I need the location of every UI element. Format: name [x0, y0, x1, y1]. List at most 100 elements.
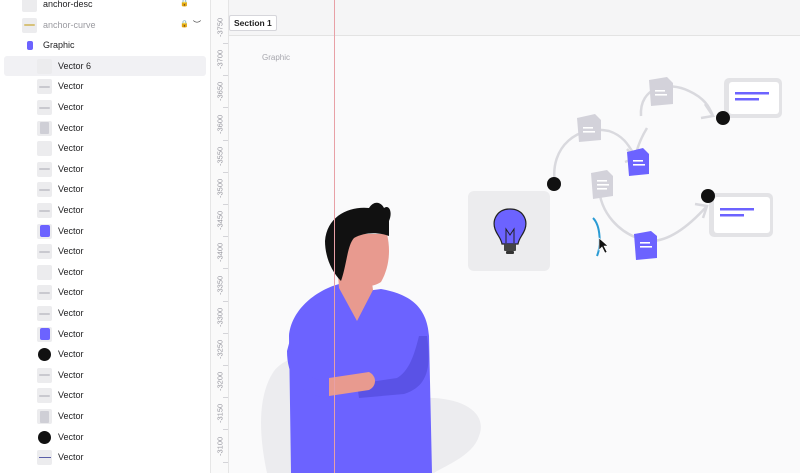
anchor-curve[interactable]: [592, 217, 601, 257]
layer-row[interactable]: Vector: [0, 159, 210, 179]
layer-thumbnail: [37, 141, 52, 157]
thumbnail-glyph: [26, 41, 33, 51]
layer-thumbnail: [22, 0, 37, 12]
layer-row[interactable]: Vector: [0, 262, 210, 282]
section-tab[interactable]: Section 1: [229, 15, 277, 31]
layer-row[interactable]: Vector: [0, 138, 210, 158]
layer-thumbnail: [37, 203, 52, 218]
thumbnail-glyph: [38, 348, 51, 362]
layer-thumbnail: [37, 367, 52, 383]
layer-thumbnail: [37, 120, 52, 136]
layer-thumbnail: [37, 161, 52, 177]
thumbnail-glyph: [39, 374, 50, 377]
layer-thumbnail: [37, 306, 52, 321]
graphic-illustration[interactable]: [229, 36, 800, 473]
layer-label: Vector: [58, 225, 84, 236]
lock-icon[interactable]: 🔒: [180, 20, 189, 28]
doc-purple-2: [634, 231, 657, 260]
layer-label: Vector: [58, 102, 84, 112]
anchor-dot-2[interactable]: [716, 111, 730, 125]
layer-label: Vector: [58, 143, 84, 154]
layer-label: Vector: [58, 122, 84, 133]
thumbnail-glyph: [39, 394, 50, 397]
ruler-tick-label: -3150: [215, 403, 225, 423]
ruler-tick-label: -3100: [215, 436, 225, 456]
ruler-tick-label: -3200: [215, 371, 225, 391]
layer-row[interactable]: Graphic: [0, 35, 210, 55]
anchor-dot-1[interactable]: [547, 177, 561, 191]
layer-row[interactable]: Vector: [0, 221, 210, 241]
layer-row[interactable]: Vector: [0, 241, 210, 261]
vertical-ruler[interactable]: -3750 -3700 -3650 -3600 -3550 -3500 -3450 -3400…: [211, 0, 229, 473]
layer-thumbnail: [37, 58, 52, 74]
thumbnail-glyph: [40, 122, 49, 135]
layer-thumbnail: [37, 79, 52, 95]
ruler-tick-label: -3700: [215, 49, 225, 69]
ruler-tick-label: -3400: [215, 242, 225, 262]
doc-gray-1: [577, 114, 601, 142]
ruler-tick-label: -3650: [215, 81, 225, 101]
layer-row[interactable]: anchor-curve 🔒 ︶: [0, 15, 210, 35]
thumbnail-glyph: [38, 456, 51, 459]
layer-label: Vector: [58, 369, 84, 380]
layer-row[interactable]: Vector: [0, 200, 210, 220]
thumbnail-glyph: [39, 209, 50, 212]
layer-row[interactable]: Vector: [0, 365, 210, 385]
layer-row[interactable]: Vector: [0, 303, 210, 323]
canvas-top-bar: [229, 0, 800, 36]
layer-label: Vector: [58, 308, 84, 318]
layer-label: Vector: [58, 205, 84, 215]
ruler-tick-mark: [223, 461, 228, 463]
layer-row[interactable]: Vector: [0, 76, 210, 96]
layer-row[interactable]: Vector: [0, 179, 210, 199]
thumbnail-glyph: [39, 188, 50, 191]
vertical-guide-line[interactable]: [334, 0, 335, 473]
layer-row[interactable]: Vector: [0, 385, 210, 405]
layer-row[interactable]: Vector: [0, 406, 210, 426]
message-card-2: [709, 193, 773, 237]
layer-row[interactable]: Vector: [0, 427, 210, 447]
ruler-tick-label: -3600: [215, 114, 225, 134]
layer-row[interactable]: Vector: [0, 447, 210, 467]
layers-panel: anchor-desc 🔒 anchor-curve 🔒 ︶ Graphic Vector …: [0, 0, 211, 473]
layer-label: Vector: [58, 266, 84, 277]
layer-thumbnail: [37, 409, 52, 424]
layer-label: anchor-curve: [43, 19, 96, 30]
layer-label: Vector: [58, 163, 84, 174]
layer-label: Vector 6: [58, 60, 92, 71]
layer-label: Vector: [58, 246, 84, 257]
layer-thumbnail: [37, 450, 52, 466]
layer-label: Vector: [58, 431, 84, 442]
layer-thumbnail: [37, 264, 52, 280]
layer-row[interactable]: Vector: [0, 118, 210, 138]
layer-row[interactable]: Vector: [0, 282, 210, 302]
thumbnail-glyph: [39, 168, 50, 171]
doc-gray-2: [649, 77, 673, 106]
layer-thumbnail: [37, 244, 52, 260]
layer-row[interactable]: Vector: [0, 344, 210, 364]
ruler-tick-label: -3350: [215, 275, 225, 295]
ruler-tick-label: -3500: [215, 178, 225, 198]
mouse-cursor-icon: [598, 237, 609, 254]
hidden-eye-icon[interactable]: ︶: [193, 19, 201, 30]
doc-gray-3: [591, 170, 613, 199]
lock-icon[interactable]: 🔒: [180, 0, 189, 7]
layer-label: Vector: [58, 349, 84, 360]
thumbnail-glyph: [38, 430, 51, 444]
layer-row[interactable]: Vector: [0, 324, 210, 344]
layer-thumbnail: [37, 285, 52, 301]
layer-row[interactable]: Vector: [0, 97, 210, 117]
layer-label: Vector: [58, 328, 84, 339]
layer-label: Vector: [58, 184, 84, 195]
layer-thumbnail: [37, 347, 52, 362]
ruler-tick-label: -3450: [215, 210, 225, 230]
layer-thumbnail: [37, 388, 52, 404]
message-card-1: [724, 78, 782, 118]
layer-row[interactable]: anchor-desc 🔒: [0, 0, 210, 14]
anchor-dot-3[interactable]: [701, 189, 715, 203]
thumbnail-glyph: [39, 312, 50, 315]
thumbnail-glyph: [40, 410, 49, 423]
thumbnail-glyph: [39, 250, 50, 253]
thumbnail-glyph: [39, 106, 50, 109]
layer-row[interactable]: Vector 6: [4, 55, 206, 76]
